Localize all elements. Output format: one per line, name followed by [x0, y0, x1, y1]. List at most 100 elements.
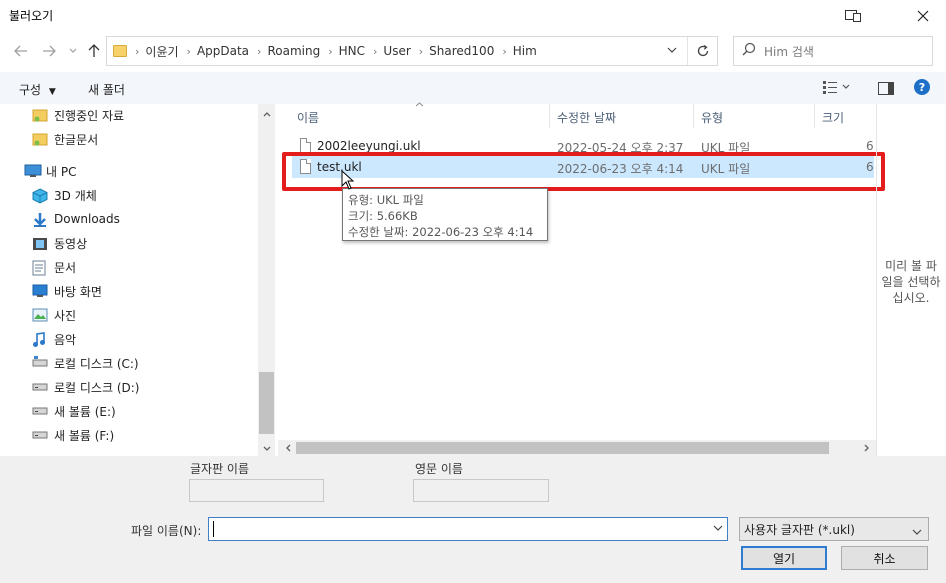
- preview-text-line: 일을 선택하: [881, 275, 941, 289]
- nav-item-label: 3D 개체: [54, 188, 97, 203]
- nav-item-drive-f[interactable]: 새 볼륨 (F:): [32, 424, 114, 446]
- tooltip-type: 유형: UKL 파일: [348, 193, 424, 207]
- breadcrumb-item[interactable]: Roaming: [267, 44, 320, 58]
- open-button[interactable]: 열기: [741, 546, 827, 570]
- preview-text-line: 미리 볼 파: [885, 259, 937, 273]
- chevron-down-icon[interactable]: [713, 523, 723, 534]
- refresh-icon[interactable]: [687, 37, 717, 65]
- mouse-cursor-icon: [341, 169, 355, 190]
- tooltip-size: 크기: 5.66KB: [348, 209, 418, 223]
- music-icon: [32, 332, 48, 347]
- nav-item-hangul-docs[interactable]: 한글문서: [32, 128, 98, 150]
- address-bar[interactable]: › 이윤기 › AppData › Roaming › HNC › User ›…: [106, 36, 718, 66]
- new-folder-button[interactable]: 새 폴더: [88, 81, 125, 98]
- column-size[interactable]: 크기: [822, 109, 844, 126]
- drive-icon: [32, 428, 48, 442]
- breadcrumb-item[interactable]: HNC: [339, 44, 365, 58]
- nav-item-label: 새 볼륨 (E:): [54, 404, 116, 419]
- breadcrumb-item[interactable]: Him: [513, 44, 537, 58]
- organize-button[interactable]: 구성 ▼: [19, 81, 56, 98]
- nav-item-label: 로컬 디스크 (C:): [54, 356, 139, 371]
- filter-value: 사용자 글자판 (*.ukl): [744, 522, 855, 537]
- cube-3d-icon: [32, 188, 48, 204]
- scroll-up-icon[interactable]: [258, 106, 275, 122]
- folder-icon: [113, 45, 127, 57]
- breadcrumb-separator: ›: [257, 44, 262, 58]
- picture-icon: [32, 308, 48, 322]
- preview-text-line: 십시오.: [892, 291, 930, 305]
- close-icon[interactable]: [900, 0, 946, 32]
- chevron-down-icon: ▼: [48, 87, 56, 97]
- file-type-filter[interactable]: 사용자 글자판 (*.ukl): [739, 517, 929, 541]
- up-arrow-icon[interactable]: [83, 39, 105, 63]
- nav-item-label: 진행중인 자료: [54, 108, 125, 123]
- back-arrow-icon[interactable]: [10, 39, 32, 63]
- breadcrumb-item[interactable]: Shared100: [429, 44, 494, 58]
- filename-input[interactable]: [208, 517, 728, 541]
- column-name[interactable]: 이름: [297, 109, 319, 126]
- nav-item-drive-e[interactable]: 새 볼륨 (E:): [32, 400, 116, 422]
- nav-item-label: 문서: [54, 260, 77, 275]
- title-bar: [0, 0, 946, 32]
- file-name: 2002leeyungi.ukl: [317, 139, 421, 153]
- text-caret: [213, 521, 214, 537]
- nav-item-pictures[interactable]: 사진: [32, 304, 76, 326]
- organize-label: 구성: [19, 83, 42, 97]
- nav-item-this-pc[interactable]: 내 PC: [24, 160, 76, 182]
- drive-icon: [32, 380, 48, 394]
- address-dropdown-icon[interactable]: [667, 45, 677, 56]
- nav-scroll-thumb[interactable]: [259, 372, 274, 434]
- nav-item-drive-d[interactable]: 로컬 디스크 (D:): [32, 376, 139, 398]
- drive-icon: [32, 404, 48, 418]
- nav-item-label: 동영상: [54, 236, 88, 251]
- nav-item-label: 사진: [54, 308, 77, 323]
- drive-icon: [32, 356, 48, 370]
- scroll-left-icon[interactable]: [280, 440, 297, 456]
- column-divider[interactable]: [549, 104, 550, 128]
- search-input[interactable]: Him 검색: [733, 36, 933, 66]
- preview-pane-toggle-icon[interactable]: [875, 79, 897, 97]
- nav-item-3d-objects[interactable]: 3D 개체: [32, 184, 97, 206]
- nav-item-label: 바탕 화면: [54, 284, 102, 299]
- breadcrumb-separator: ›: [135, 44, 140, 58]
- column-divider[interactable]: [814, 104, 815, 128]
- breadcrumb-item[interactable]: 이윤기: [145, 43, 178, 60]
- nav-item-downloads[interactable]: Downloads: [32, 208, 120, 230]
- nav-item-music[interactable]: 음악: [32, 328, 76, 350]
- highlight-box: [282, 152, 885, 191]
- nav-item-drive-c[interactable]: 로컬 디스크 (C:): [32, 352, 139, 374]
- breadcrumb-separator: ›: [373, 44, 378, 58]
- breadcrumb-separator: ›: [418, 44, 424, 58]
- file-tooltip: 유형: UKL 파일 크기: 5.66KB 수정한 날짜: 2022-06-23…: [342, 188, 548, 241]
- nav-item-label: 새 볼륨 (F:): [54, 428, 115, 443]
- window-title: 불러오기: [9, 9, 54, 23]
- chevron-down-icon: [912, 524, 922, 538]
- scroll-right-icon[interactable]: [858, 440, 875, 456]
- recent-chevron-icon[interactable]: [62, 39, 84, 63]
- file-list-scroll-thumb[interactable]: [296, 442, 829, 454]
- font-name-field: [189, 479, 324, 502]
- video-icon: [32, 236, 48, 250]
- nav-item-in-progress[interactable]: 진행중인 자료: [32, 104, 124, 126]
- nav-item-documents[interactable]: 문서: [32, 256, 76, 278]
- document-icon: [32, 260, 48, 276]
- breadcrumb-separator: ›: [186, 44, 191, 58]
- desktop-icon: [32, 284, 48, 298]
- forward-arrow-icon[interactable]: [38, 39, 60, 63]
- breadcrumb-item[interactable]: User: [383, 44, 410, 58]
- tooltip-modified: 수정한 날짜: 2022-06-23 오후 4:14: [348, 225, 534, 239]
- help-icon[interactable]: ?: [914, 79, 930, 95]
- view-options-icon[interactable]: [822, 79, 852, 98]
- nav-item-videos[interactable]: 동영상: [32, 232, 87, 254]
- preview-pane-icon[interactable]: [830, 0, 876, 32]
- column-type[interactable]: 유형: [701, 109, 723, 126]
- breadcrumb-item[interactable]: AppData: [197, 44, 249, 58]
- scroll-down-icon[interactable]: [258, 440, 275, 456]
- download-icon: [32, 212, 48, 227]
- column-divider[interactable]: [693, 104, 694, 128]
- breadcrumb-separator: ›: [328, 44, 333, 58]
- cancel-button[interactable]: 취소: [841, 546, 928, 570]
- nav-item-desktop[interactable]: 바탕 화면: [32, 280, 102, 302]
- folder-pin-icon: [32, 132, 48, 146]
- column-date[interactable]: 수정한 날짜: [557, 109, 616, 126]
